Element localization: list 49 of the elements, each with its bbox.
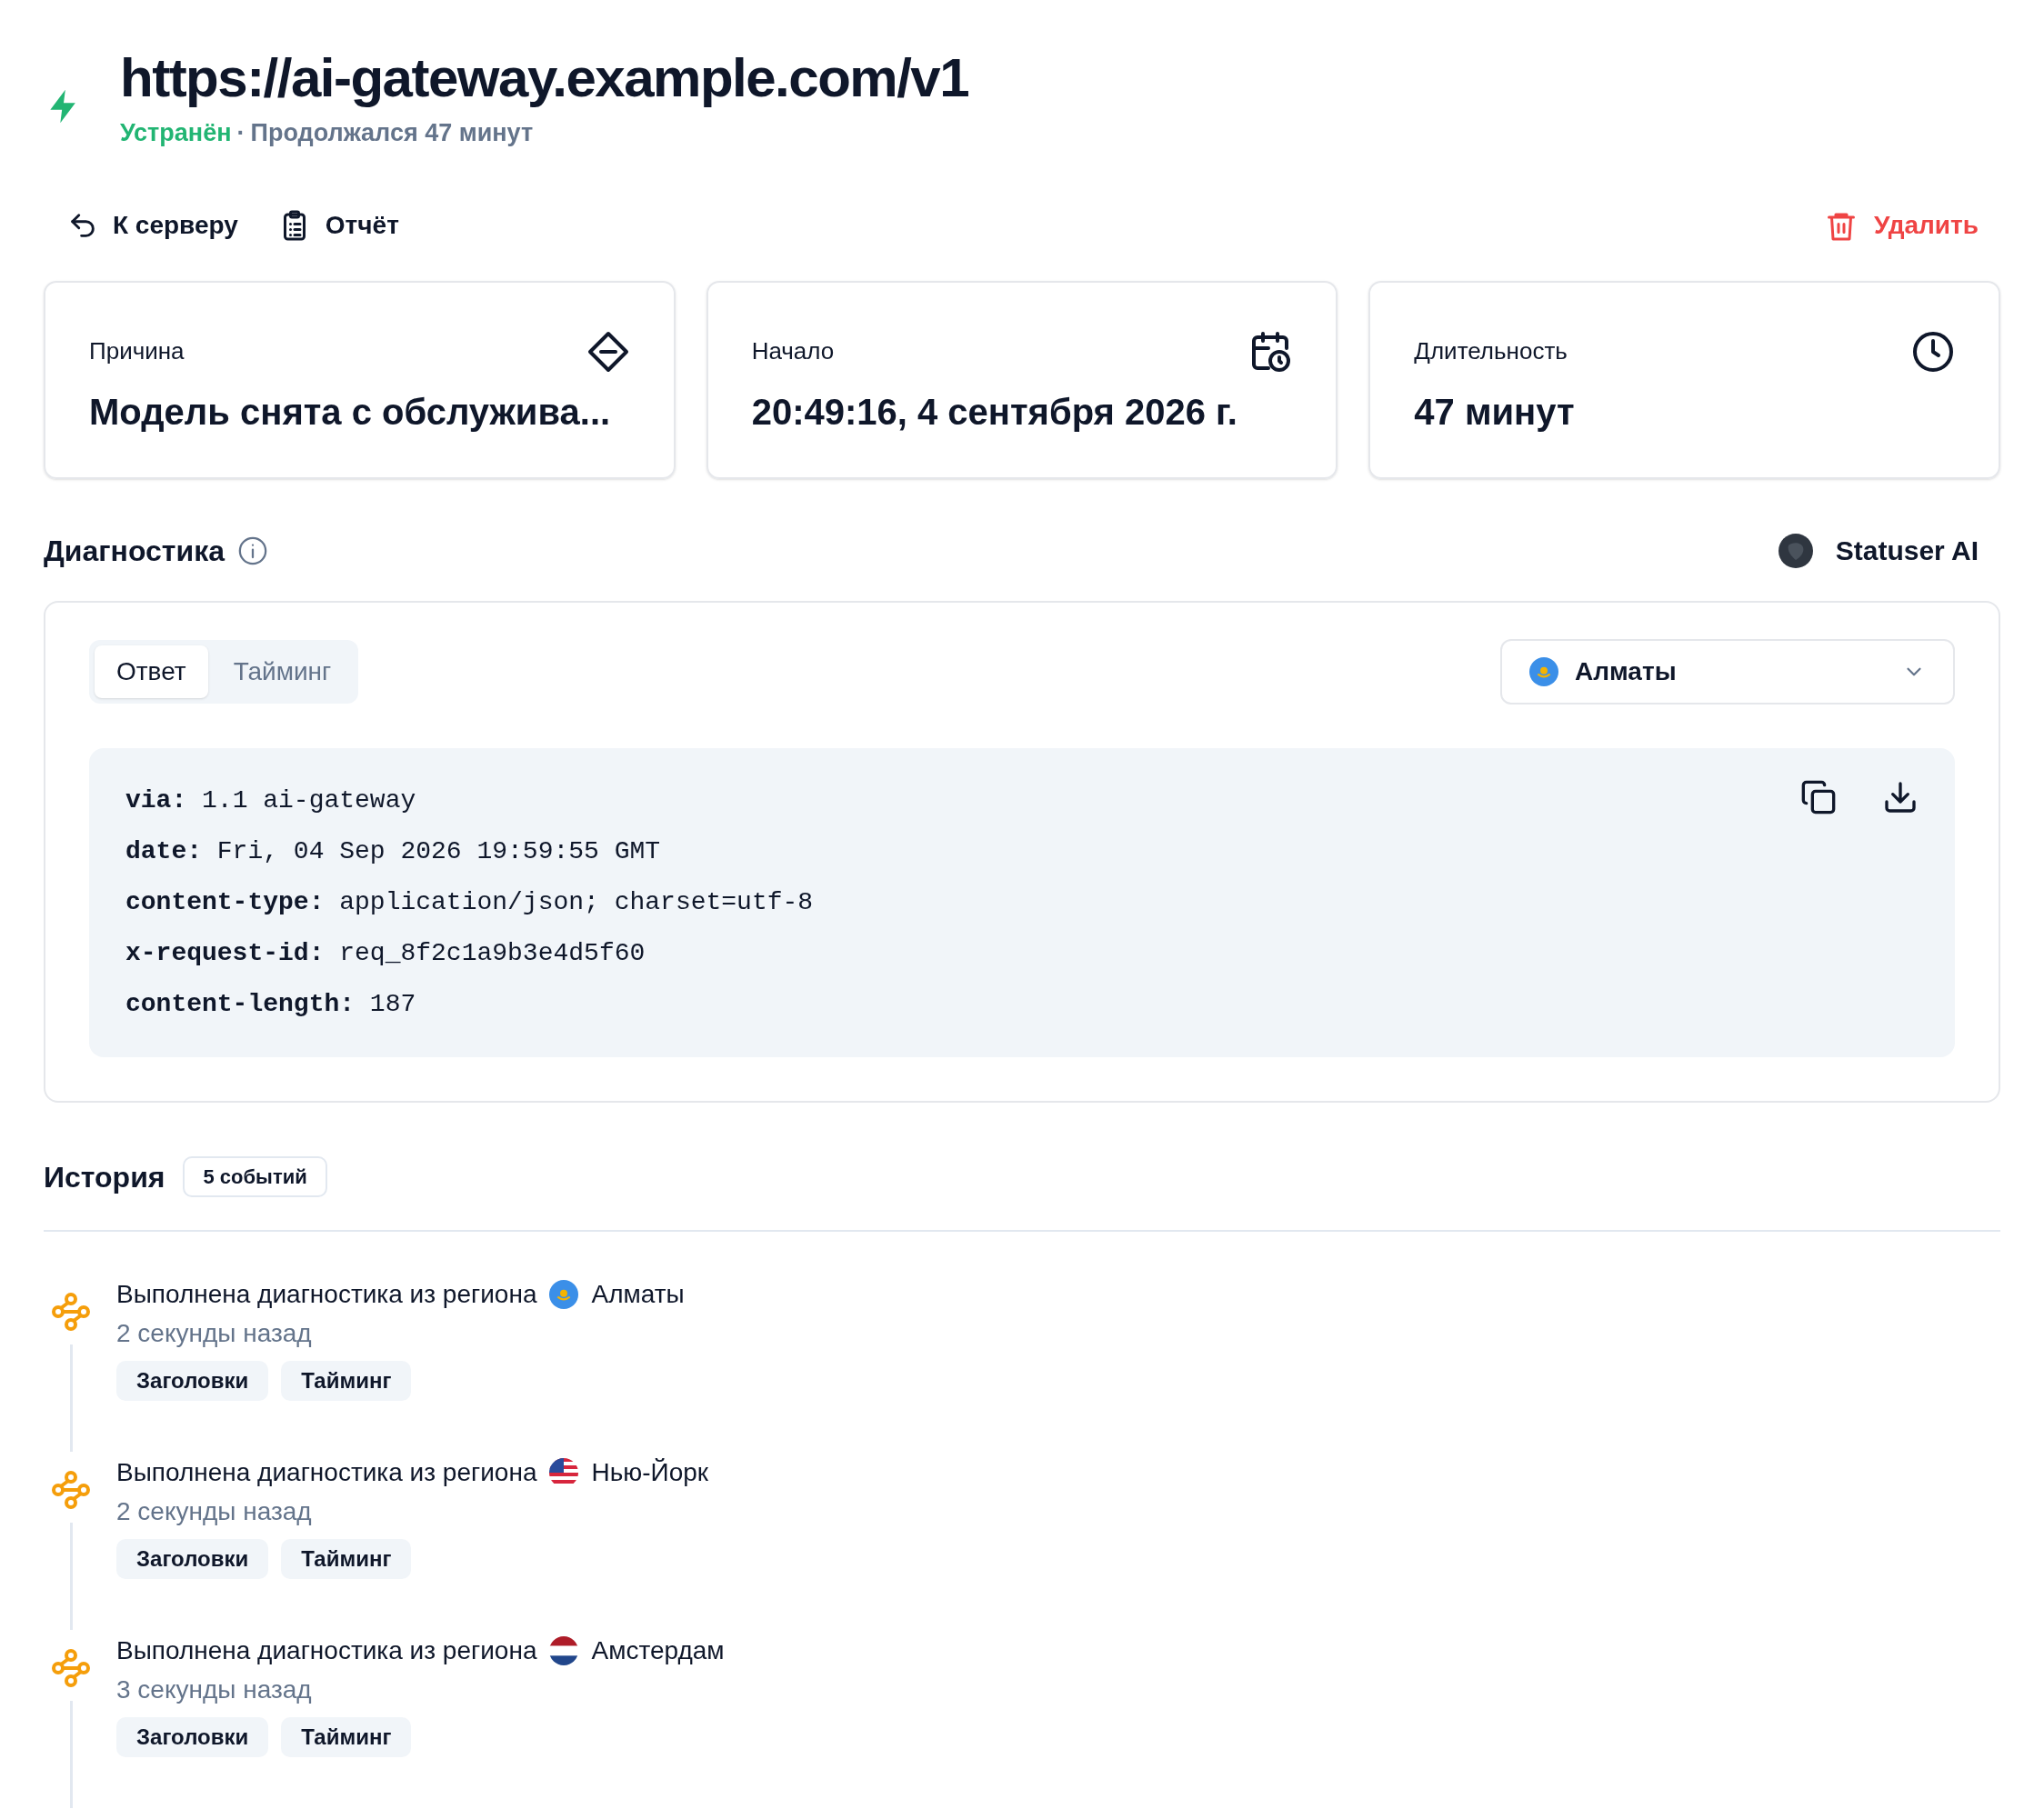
card-value: Модель снята с обслужива... [89,390,612,434]
tag-button[interactable]: Заголовки [116,1538,269,1579]
section-title: Диагностика [44,533,225,569]
diamond-minus-icon [586,329,630,374]
code-line: content-length: 187 [125,988,416,1020]
code-line: date: Fri, 04 Sep 2026 19:59:55 GMT [125,835,661,867]
separator-dot: · [236,118,245,148]
card-value: 20:49:16, 4 сентября 2026 г. [751,390,1238,434]
event-time: 3 секунды назад [116,1674,313,1705]
flag-icon [549,1635,579,1665]
page-title: https://ai-gateway.example.com/v1 [120,46,969,110]
delete-button[interactable]: Удалить [1825,205,2000,245]
code-line: content-type: application/json; charset=utf-8 [125,886,814,918]
info-icon [237,535,268,566]
event-text: Выполнена диагностика из региона [116,1278,537,1310]
code-line: x-request-id: req_8f2c1a9b3e4d5f60 [125,937,646,969]
back-button[interactable]: К серверу [67,205,238,245]
card-label: Длительность [1414,336,1568,366]
event-text: Выполнена диагностика из региона [116,1456,537,1488]
status-text: Устранён [120,118,232,148]
region-name: Амстердам [591,1634,725,1666]
copy-icon [1800,778,1837,815]
flag-icon [549,1279,579,1309]
region-dropdown[interactable]: Алматы [1500,638,1955,705]
section-title: История [44,1159,165,1195]
brand-logo-icon [1777,532,1814,569]
card-label: Причина [89,336,185,366]
region-name: Алматы [591,1278,685,1310]
event-text: Выполнена диагностика из региона [116,1634,537,1666]
tag-button[interactable]: Тайминг [281,1360,412,1401]
region-name: Нью-Йорк [591,1456,709,1488]
brand-name: Statuser AI [1835,535,1979,567]
code-line: via: 1.1 ai-gateway [125,785,416,816]
card-label: Начало [751,336,835,366]
tag-button[interactable]: Тайминг [281,1716,412,1757]
event-time: 2 секунды назад [116,1317,313,1349]
event-time: 2 секунды назад [116,1495,313,1527]
tag-button[interactable]: Заголовки [116,1360,269,1401]
duration-text: Продолжался 47 минут [250,118,534,148]
tab[interactable]: Ответ [95,645,208,698]
count-badge: 5 событий [183,1156,327,1197]
report-button[interactable]: Отчёт [277,205,399,245]
card-value: 47 минут [1414,390,1576,434]
tag-button[interactable]: Заголовки [116,1716,269,1757]
tab[interactable]: Тайминг [211,645,354,698]
flag-icon [1529,656,1558,686]
clock-icon [1911,329,1955,374]
tag-button[interactable]: Тайминг [281,1538,412,1579]
copy-button[interactable] [1800,778,1837,815]
